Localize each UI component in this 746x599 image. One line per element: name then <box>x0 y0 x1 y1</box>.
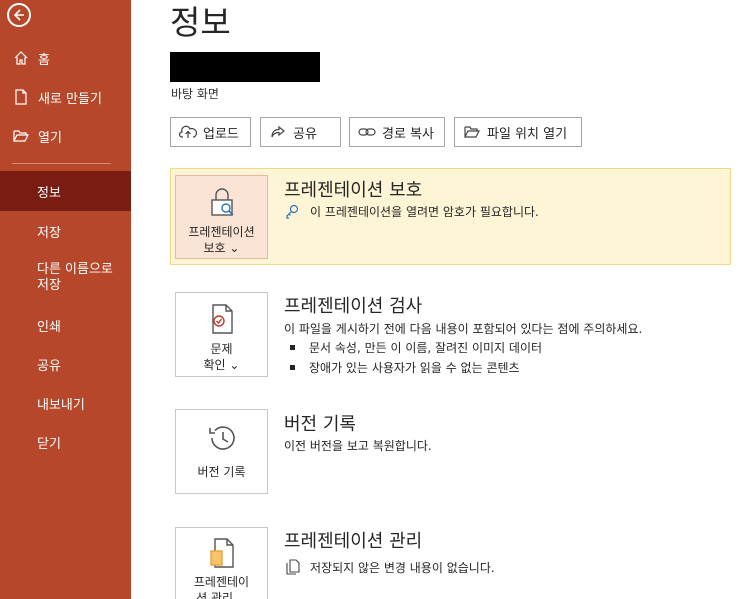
inspect-document-icon <box>204 301 240 337</box>
password-key-icon <box>284 202 302 220</box>
list-item: 문서 속성, 만든 이 이름, 잘려진 이미지 데이터 <box>290 339 542 356</box>
sidebar-item-label: 공유 <box>37 358 61 374</box>
sidebar-item-label: 정보 <box>37 185 61 201</box>
version-history-button[interactable]: 버전 기록 <box>175 409 268 494</box>
protect-title: 프레젠테이션 보호 <box>284 180 423 201</box>
upload-button[interactable]: 업로드 <box>170 117 251 147</box>
cloud-upload-icon <box>179 123 197 141</box>
sidebar-item-label: 인쇄 <box>37 319 61 335</box>
share-button[interactable]: 공유 <box>260 117 341 147</box>
check-issues-button[interactable]: 문제 확인 ⌄ <box>175 292 268 377</box>
history-clock-icon <box>204 420 240 456</box>
link-icon <box>358 123 376 141</box>
version-history-description: 이전 버전을 보고 복원합니다. <box>284 439 432 453</box>
sidebar-item-open[interactable]: 열기 <box>0 126 131 146</box>
sidebar-item-share[interactable]: 공유 <box>0 354 131 374</box>
sidebar-item-label: 내보내기 <box>37 397 85 413</box>
manage-presentation-button[interactable]: 프레젠테이 션 관리 ⌄ <box>175 527 268 599</box>
sidebar-item-info[interactable]: 정보 <box>0 171 131 211</box>
folder-open-icon <box>12 127 30 145</box>
backstage-sidebar: 홈 새로 만들기 열기 정보 저장 다른 이름으로 저장 인쇄 공유 내보내기 … <box>0 0 131 599</box>
back-arrow-icon[interactable] <box>7 3 31 27</box>
share-icon <box>269 123 287 141</box>
sidebar-divider <box>12 163 111 164</box>
copy-path-button[interactable]: 경로 복사 <box>349 117 445 147</box>
sidebar-item-print[interactable]: 인쇄 <box>0 315 131 335</box>
redacted-filename <box>170 52 320 82</box>
new-document-icon <box>12 88 30 106</box>
sidebar-item-save[interactable]: 저장 <box>0 221 131 241</box>
lock-search-icon <box>204 184 240 220</box>
sidebar-item-export[interactable]: 내보내기 <box>0 393 131 413</box>
sidebar-item-home[interactable]: 홈 <box>0 48 131 68</box>
manage-document-icon <box>204 536 240 570</box>
home-icon <box>12 49 30 67</box>
sidebar-item-label: 닫기 <box>37 436 61 452</box>
sidebar-item-save-as[interactable]: 다른 이름으로 저장 <box>0 261 120 295</box>
version-history-title: 버전 기록 <box>284 414 356 435</box>
sidebar-item-label: 열기 <box>38 130 62 146</box>
inspect-description: 이 파일을 게시하기 전에 다음 내용이 포함되어 있다는 점에 주의하세요. <box>284 322 643 336</box>
folder-open-icon <box>463 123 481 141</box>
protect-presentation-button[interactable]: 프레젠테이션 보호 ⌄ <box>175 175 268 259</box>
sidebar-item-close[interactable]: 닫기 <box>0 432 131 452</box>
manage-title: 프레젠테이션 관리 <box>284 531 423 552</box>
file-location: 바탕 화면 <box>171 87 219 101</box>
open-file-location-button[interactable]: 파일 위치 열기 <box>454 117 582 147</box>
manage-description: 저장되지 않은 변경 내용이 없습니다. <box>284 558 495 576</box>
sidebar-item-label: 다른 이름으로 저장 <box>37 262 113 293</box>
sidebar-item-label: 저장 <box>37 225 61 241</box>
protect-description: 이 프레젠테이션을 열려면 암호가 필요합니다. <box>284 202 539 220</box>
inspect-title: 프레젠테이션 검사 <box>284 296 423 317</box>
sidebar-item-new[interactable]: 새로 만들기 <box>0 87 131 107</box>
list-item: 장애가 있는 사용자가 읽을 수 없는 콘텐츠 <box>290 359 520 376</box>
sidebar-item-label: 홈 <box>38 52 50 68</box>
sidebar-item-label: 새로 만들기 <box>38 91 102 107</box>
page-title: 정보 <box>170 3 231 42</box>
document-copy-icon <box>284 558 302 576</box>
